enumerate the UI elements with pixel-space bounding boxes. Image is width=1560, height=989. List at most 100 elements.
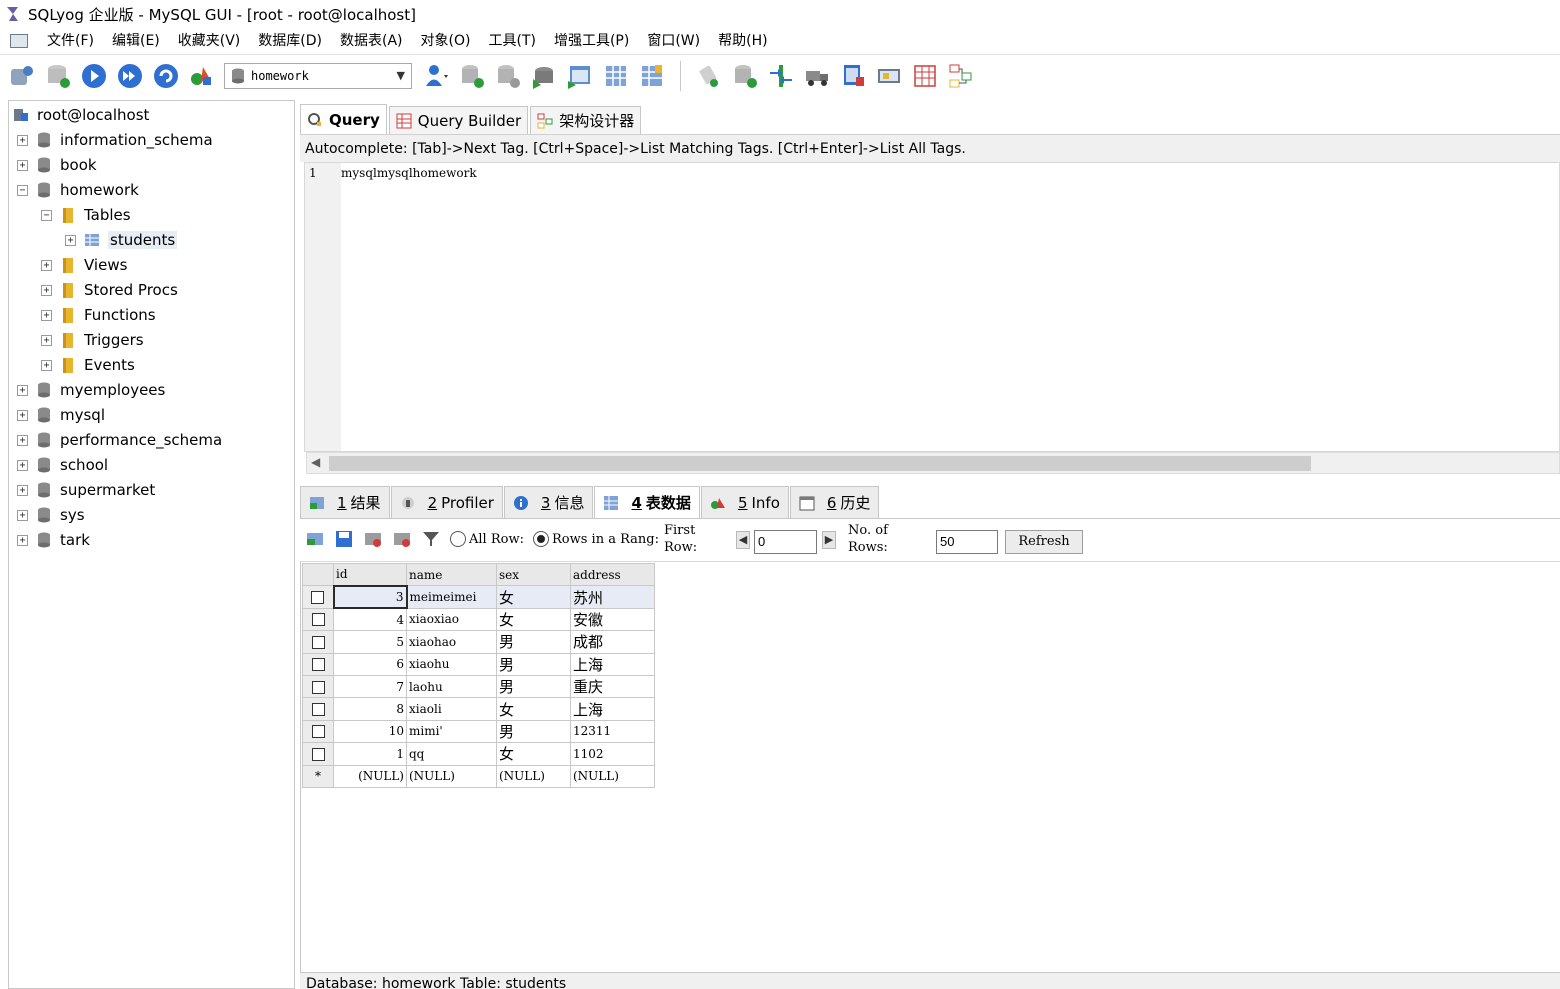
table-row[interactable]: 6 xiaohu 男 上海	[302, 652, 655, 676]
expand-icon[interactable]: +	[17, 484, 28, 496]
all-rows-radio[interactable]	[450, 531, 466, 547]
checkbox-icon[interactable]	[311, 658, 325, 672]
tab-result[interactable]: 1 结果	[300, 486, 390, 518]
table-data-button[interactable]	[598, 58, 634, 94]
tree-db-mysql[interactable]: + mysql	[17, 403, 105, 427]
cell-sex[interactable]: 男	[496, 719, 571, 744]
insert-row-icon[interactable]	[305, 529, 325, 549]
table-row[interactable]: 7 laohu 男 重庆	[302, 674, 655, 699]
filter-icon[interactable]	[421, 529, 441, 549]
cell-name[interactable]: xiaoxiao	[406, 607, 497, 632]
job-agent-button[interactable]	[835, 58, 871, 94]
tree-folder-views[interactable]: + Views	[41, 253, 127, 277]
tree-folder-triggers[interactable]: + Triggers	[41, 328, 144, 352]
cell-name[interactable]: laohu	[406, 674, 497, 699]
expand-icon[interactable]: +	[17, 134, 28, 146]
cell-address[interactable]: 安徽	[570, 607, 655, 632]
sql-editor[interactable]: 1 mysqlmysqlhomework	[304, 162, 1560, 452]
tree-db-homework[interactable]: − homework	[17, 178, 139, 202]
migration-button[interactable]	[799, 58, 835, 94]
tree-db-information-schema[interactable]: + information_schema	[17, 128, 213, 152]
cancel-row-icon[interactable]	[363, 529, 383, 549]
refresh-object-button[interactable]	[148, 58, 184, 94]
cell-address[interactable]: 成都	[570, 630, 655, 654]
cell-name[interactable]: mimi'	[406, 719, 497, 744]
table-row[interactable]: 10 mimi' 男 12311	[302, 719, 655, 744]
expand-icon[interactable]: +	[41, 359, 52, 371]
editor-horizontal-scrollbar[interactable]: ◀	[306, 452, 1560, 474]
cell-id[interactable]: 1	[333, 742, 407, 766]
execute-query-button[interactable]	[76, 58, 112, 94]
tab-messages[interactable]: 3 信息	[503, 486, 594, 518]
prev-page-icon[interactable]: ◀	[736, 531, 750, 549]
expand-icon[interactable]: +	[41, 259, 52, 271]
cell-id[interactable]: 5	[333, 630, 407, 654]
scrollbar-thumb[interactable]	[329, 456, 1311, 471]
cell-name[interactable]: xiaoli	[406, 697, 497, 721]
expand-icon[interactable]: +	[41, 284, 52, 296]
menu-window[interactable]: 窗口(W)	[638, 30, 709, 52]
tab-query[interactable]: Query	[300, 104, 387, 134]
row-checkbox[interactable]	[302, 607, 334, 632]
num-rows-input[interactable]: 50	[936, 530, 998, 554]
menu-favorites[interactable]: 收藏夹(V)	[169, 30, 250, 52]
row-checkbox[interactable]	[302, 652, 334, 676]
cell-id[interactable]: 10	[333, 719, 407, 744]
tab-profiler[interactable]: 2 Profiler	[390, 486, 503, 518]
tree-db-school[interactable]: + school	[17, 453, 108, 477]
tab-info[interactable]: 5 Info	[700, 486, 789, 518]
collapse-icon[interactable]: −	[41, 209, 52, 221]
cell-id[interactable]: 4	[333, 607, 407, 632]
expand-icon[interactable]: +	[17, 459, 28, 471]
cell-null[interactable]: (NULL)	[333, 764, 407, 788]
new-row[interactable]: * (NULL) (NULL) (NULL) (NULL)	[302, 764, 655, 788]
column-header-address[interactable]: address	[570, 562, 655, 587]
tree-folder-stored-procs[interactable]: + Stored Procs	[41, 278, 178, 302]
table-row[interactable]: 5 xiaohao 男 成都	[302, 630, 655, 654]
next-page-icon[interactable]: ▶	[822, 531, 836, 549]
cell-id[interactable]: 8	[333, 697, 407, 721]
row-checkbox[interactable]	[302, 719, 334, 744]
create-database-button[interactable]	[454, 58, 490, 94]
scroll-left-icon[interactable]: ◀	[311, 455, 320, 469]
menu-table[interactable]: 数据表(A)	[331, 30, 412, 52]
database-selector[interactable]: homework ▼	[224, 62, 412, 89]
checkbox-icon[interactable]	[311, 613, 325, 627]
collapse-icon[interactable]: −	[17, 184, 28, 196]
first-row-input[interactable]: 0	[754, 530, 817, 554]
cell-name[interactable]: qq	[406, 742, 497, 766]
expand-icon[interactable]: +	[17, 434, 28, 446]
menu-powertools[interactable]: 增强工具(P)	[545, 30, 638, 52]
table-row[interactable]: 4 xiaoxiao 女 安徽	[302, 607, 655, 632]
save-row-icon[interactable]	[334, 529, 354, 549]
delete-row-icon[interactable]	[392, 529, 412, 549]
tree-db-sys[interactable]: + sys	[17, 503, 85, 527]
expand-icon[interactable]: +	[41, 334, 52, 346]
cell-address[interactable]: 1102	[570, 742, 655, 766]
expand-icon[interactable]: +	[17, 159, 28, 171]
data-sync-button[interactable]	[763, 58, 799, 94]
table-row[interactable]: 1 qq 女 1102	[302, 742, 655, 766]
new-query-button[interactable]	[40, 58, 76, 94]
query-profiler-button[interactable]	[691, 58, 727, 94]
checkbox-icon[interactable]	[311, 747, 325, 761]
menu-edit[interactable]: 编辑(E)	[103, 30, 169, 52]
tree-db-myemployees[interactable]: + myemployees	[17, 378, 165, 402]
expand-icon[interactable]: +	[17, 384, 28, 396]
tree-db-performance-schema[interactable]: + performance_schema	[17, 428, 222, 452]
copy-database-button[interactable]	[490, 58, 526, 94]
table-row[interactable]: 8 xiaoli 女 上海	[302, 697, 655, 721]
tree-root-connection[interactable]: root@localhost	[13, 103, 149, 127]
cell-sex[interactable]: 男	[496, 652, 571, 676]
data-grid[interactable]: id name sex address 3 meimeimei 女 苏州 4 x…	[302, 562, 655, 788]
row-checkbox[interactable]	[302, 585, 334, 609]
tree-folder-functions[interactable]: + Functions	[41, 303, 156, 327]
tree-table-students[interactable]: + students	[65, 228, 178, 252]
expand-icon[interactable]: +	[17, 409, 28, 421]
menu-file[interactable]: 文件(F)	[38, 30, 103, 52]
cell-null[interactable]: (NULL)	[570, 764, 655, 788]
cell-name[interactable]: xiaohu	[406, 652, 497, 676]
rows-in-range-radio[interactable]	[533, 531, 549, 547]
tab-query-builder[interactable]: Query Builder	[388, 106, 529, 134]
menu-database[interactable]: 数据库(D)	[249, 30, 331, 52]
